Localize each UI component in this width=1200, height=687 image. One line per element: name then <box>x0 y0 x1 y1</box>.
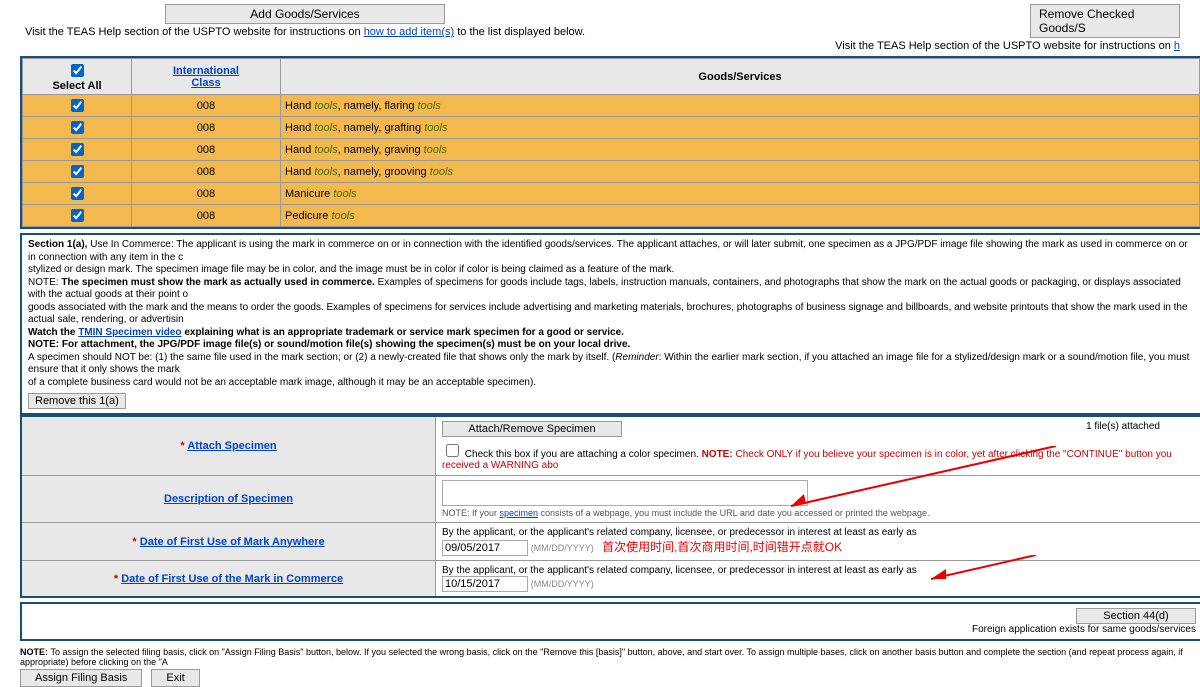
goods-desc-cell: Manicure tools <box>281 183 1200 205</box>
specimen-note-link[interactable]: specimen <box>500 508 539 518</box>
date-commerce-input[interactable] <box>442 576 528 592</box>
goods-services-header: Goods/Services <box>281 59 1200 95</box>
help-text-left: Visit the TEAS Help section of the USPTO… <box>20 26 590 38</box>
table-row: 008Hand tools, namely, flaring tools <box>23 95 1200 117</box>
add-goods-button[interactable]: Add Goods/Services <box>165 4 445 24</box>
row-checkbox[interactable] <box>71 99 84 112</box>
row-checkbox-cell <box>23 139 132 161</box>
first-use-anywhere-link[interactable]: Date of First Use of Mark Anywhere <box>140 536 325 548</box>
goods-desc-cell: Pedicure tools <box>281 205 1200 227</box>
section-44d-button[interactable]: Section 44(d) <box>1076 608 1196 624</box>
table-row: 008Hand tools, namely, graving tools <box>23 139 1200 161</box>
class-cell: 008 <box>132 205 281 227</box>
help-text-right: Visit the TEAS Help section of the USPTO… <box>610 40 1180 52</box>
tmin-video-link[interactable]: TMIN Specimen video <box>78 327 181 338</box>
intl-class-header[interactable]: International Class <box>132 59 281 95</box>
remove-checked-goods-button[interactable]: Remove Checked Goods/S <box>1030 4 1180 38</box>
date-anywhere-input[interactable] <box>442 540 528 556</box>
how-to-right-link[interactable]: h <box>1174 40 1180 52</box>
attach-specimen-link[interactable]: Attach Specimen <box>187 440 276 452</box>
exit-button[interactable]: Exit <box>151 669 199 687</box>
desc-note: NOTE: If your specimen consists of a web… <box>442 508 1194 518</box>
first-use-commerce-link[interactable]: Date of First Use of the Mark in Commerc… <box>121 573 343 585</box>
row-checkbox[interactable] <box>71 165 84 178</box>
table-row: 008Pedicure tools <box>23 205 1200 227</box>
row-checkbox-cell <box>23 183 132 205</box>
description-link[interactable]: Description of Specimen <box>164 493 293 505</box>
row-checkbox-cell <box>23 161 132 183</box>
section-1a-panel: Section 1(a), Use In Commerce: The appli… <box>20 233 1200 415</box>
color-specimen-checkbox[interactable] <box>446 444 459 457</box>
class-cell: 008 <box>132 95 281 117</box>
row-checkbox[interactable] <box>71 121 84 134</box>
goods-desc-cell: Hand tools, namely, graving tools <box>281 139 1200 161</box>
how-to-add-link[interactable]: how to add item(s) <box>364 26 454 38</box>
row-checkbox-cell <box>23 205 132 227</box>
goods-table: Select All International Class Goods/Ser… <box>22 58 1200 227</box>
row-checkbox[interactable] <box>71 187 84 200</box>
row-checkbox[interactable] <box>71 143 84 156</box>
remove-1a-button[interactable]: Remove this 1(a) <box>28 393 126 409</box>
assign-filing-basis-button[interactable]: Assign Filing Basis <box>20 669 142 687</box>
attach-remove-specimen-button[interactable]: Attach/Remove Specimen <box>442 421 622 437</box>
select-all-checkbox[interactable] <box>71 64 84 77</box>
table-row: 008Manicure tools <box>23 183 1200 205</box>
row-checkbox-cell <box>23 95 132 117</box>
form-area: * Attach Specimen Attach/Remove Specimen… <box>20 415 1200 598</box>
class-cell: 008 <box>132 117 281 139</box>
table-row: 008Hand tools, namely, grafting tools <box>23 117 1200 139</box>
annotation-text: 首次使用时间,首次商用时间,时间错开点就OK <box>602 540 842 554</box>
description-input[interactable] <box>442 480 808 506</box>
section-44d-panel: Section 44(d) Foreign application exists… <box>20 602 1200 641</box>
file-count: 1 file(s) attached <box>1086 421 1160 432</box>
goods-desc-cell: Hand tools, namely, grafting tools <box>281 117 1200 139</box>
goods-desc-cell: Hand tools, namely, grooving tools <box>281 161 1200 183</box>
table-row: 008Hand tools, namely, grooving tools <box>23 161 1200 183</box>
class-cell: 008 <box>132 161 281 183</box>
row-checkbox[interactable] <box>71 209 84 222</box>
class-cell: 008 <box>132 139 281 161</box>
class-cell: 008 <box>132 183 281 205</box>
row-checkbox-cell <box>23 117 132 139</box>
bottom-note: NOTE: To assign the selected filing basi… <box>20 647 1200 667</box>
goods-desc-cell: Hand tools, namely, flaring tools <box>281 95 1200 117</box>
select-all-header[interactable]: Select All <box>23 59 132 95</box>
